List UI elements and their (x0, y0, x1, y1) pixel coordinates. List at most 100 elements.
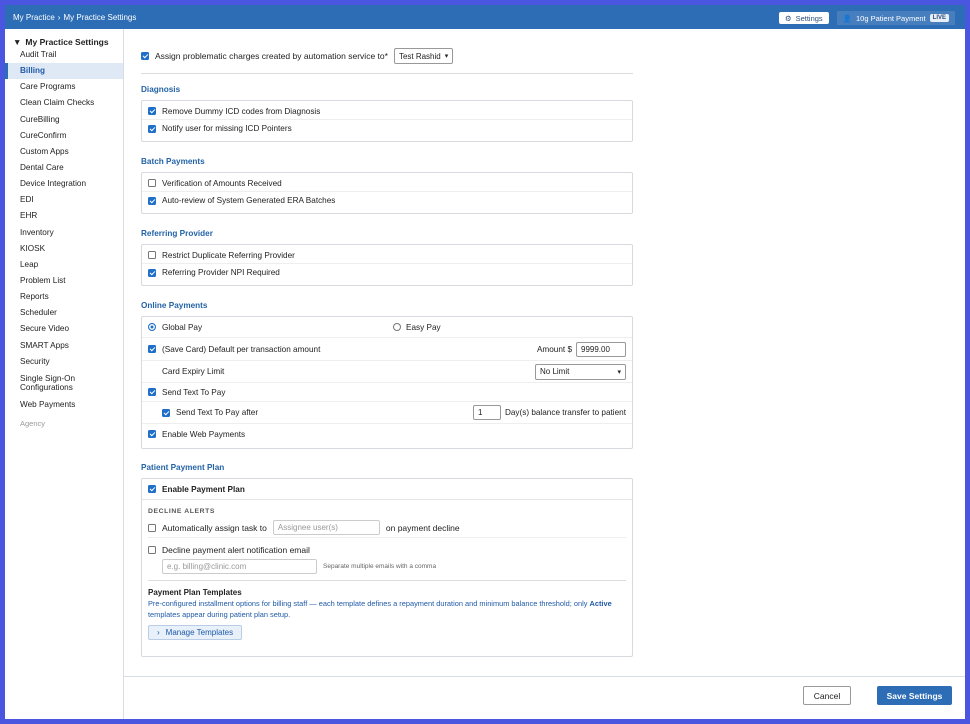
auto-review-era-label: Auto-review of System Generated ERA Batc… (162, 196, 336, 205)
enable-web-payments-label: Enable Web Payments (162, 429, 246, 439)
manage-templates-button[interactable]: › Manage Templates (148, 625, 243, 640)
sidebar-item-custom-apps[interactable]: Custom Apps (5, 144, 123, 160)
send-text-row: Send Text To Pay (142, 383, 632, 402)
web-payments-row: Enable Web Payments (142, 424, 632, 444)
breadcrumb-my-practice-settings: My Practice Settings (63, 12, 137, 22)
card-expiry-row: Card Expiry Limit No Limit ▾ (142, 361, 632, 383)
gear-icon: ⚙ (784, 13, 792, 23)
restrict-duplicate-checkbox[interactable] (148, 251, 156, 259)
send-text-after-label: Send Text To Pay after (176, 408, 259, 417)
sidebar-item-problem-list[interactable]: Problem List (5, 273, 123, 289)
sidebar-item-audit-trail[interactable]: Audit Trail (5, 47, 123, 63)
send-text-after-checkbox[interactable] (162, 408, 170, 417)
assign-checkbox[interactable] (141, 52, 149, 60)
global-pay-label: Global Pay (162, 322, 203, 332)
app-window: My Practice › My Practice Settings ⚙ Set… (5, 5, 965, 719)
sidebar-item-care-programs[interactable]: Care Programs (5, 79, 123, 95)
pay-provider-row: Global Pay Easy Pay (142, 317, 632, 338)
sidebar-item-device-integration[interactable]: Device Integration (5, 176, 123, 192)
easy-pay-radio[interactable] (393, 323, 401, 331)
divider (141, 73, 633, 74)
sso-line-2: Configurations (20, 382, 73, 392)
batch-option[interactable]: Auto-review of System Generated ERA Batc… (142, 192, 632, 209)
referring-option[interactable]: Referring Provider NPI Required (142, 264, 632, 281)
npi-required-label: Referring Provider NPI Required (162, 268, 280, 277)
sidebar-item-ehr[interactable]: EHR (5, 208, 123, 224)
save-card-checkbox[interactable] (148, 345, 156, 353)
sidebar-item-cureconfirm[interactable]: CureConfirm (5, 128, 123, 144)
sidebar-heading[interactable]: ▼ My Practice Settings (5, 29, 123, 47)
patient-payment-button[interactable]: 👤 10g Patient Payment LIVE (836, 11, 955, 25)
assign-user-value: Test Rashid (398, 51, 441, 61)
templates-desc-1: Pre-configured installment options for b… (148, 599, 588, 608)
auto-assign-checkbox[interactable] (148, 523, 156, 532)
payment-plan-title: Patient Payment Plan (141, 463, 225, 472)
sidebar-item-inventory[interactable]: Inventory (5, 225, 123, 241)
sidebar-item-leap[interactable]: Leap (5, 257, 123, 273)
verification-amounts-checkbox[interactable] (148, 179, 156, 187)
notify-icd-pointers-checkbox[interactable] (148, 124, 156, 133)
settings-button[interactable]: ⚙ Settings (778, 12, 829, 24)
sidebar-item-curebilling[interactable]: CureBilling (5, 112, 123, 128)
referring-provider-title: Referring Provider (141, 229, 213, 238)
decline-email-row: Decline payment alert notification email (148, 545, 626, 555)
global-pay-radio[interactable] (148, 323, 156, 331)
email-input-row: e.g. billing@clinic.com Separate multipl… (148, 559, 626, 581)
batch-option[interactable]: Verification of Amounts Received (142, 175, 632, 192)
decline-email-checkbox[interactable] (148, 546, 156, 554)
sidebar-item-agency: Agency (20, 418, 46, 428)
sidebar-item-smart-apps[interactable]: SMART Apps (5, 338, 123, 354)
restrict-duplicate-label: Restrict Duplicate Referring Provider (162, 250, 295, 260)
remove-dummy-icd-checkbox[interactable] (148, 107, 156, 115)
auto-review-era-checkbox[interactable] (148, 196, 156, 205)
sidebar-item-dental-care[interactable]: Dental Care (5, 160, 123, 176)
user-icon: 👤 (842, 13, 853, 23)
npi-required-checkbox[interactable] (148, 268, 156, 277)
diagnosis-box: Remove Dummy ICD codes from Diagnosis No… (141, 100, 633, 142)
sidebar-item-clean-claim-checks[interactable]: Clean Claim Checks (5, 95, 123, 111)
card-expiry-label: Card Expiry Limit (162, 367, 225, 376)
sidebar-heading-label: My Practice Settings (25, 36, 109, 47)
notify-icd-pointers-label: Notify user for missing ICD Pointers (162, 124, 292, 133)
chevron-down-icon: ▾ (444, 53, 449, 60)
card-expiry-select[interactable]: No Limit ▾ (535, 363, 626, 380)
caret-down-icon: ▼ (13, 36, 22, 47)
manage-templates-label: Manage Templates (165, 628, 234, 637)
decline-email-label: Decline payment alert notification email (162, 545, 310, 555)
referring-option[interactable]: Restrict Duplicate Referring Provider (142, 247, 632, 264)
days-input[interactable]: 1 (472, 405, 501, 420)
templates-desc-2: templates appear during patient plan set… (148, 609, 291, 619)
email-input[interactable]: e.g. billing@clinic.com (162, 559, 317, 574)
sidebar-item-billing[interactable]: Billing (5, 63, 123, 80)
enable-web-payments-checkbox[interactable] (148, 430, 156, 438)
sidebar: ▼ My Practice Settings Audit Trail Billi… (5, 29, 124, 719)
breadcrumb: My Practice › My Practice Settings (13, 13, 136, 22)
diagnosis-option[interactable]: Notify user for missing ICD Pointers (142, 120, 632, 137)
footer-bar: Cancel Save Settings (124, 676, 965, 719)
diagnosis-option[interactable]: Remove Dummy ICD codes from Diagnosis (142, 103, 632, 120)
batch-payments-box: Verification of Amounts Received Auto-re… (141, 172, 633, 214)
sidebar-item-security[interactable]: Security (5, 354, 123, 370)
sidebar-item-scheduler[interactable]: Scheduler (5, 305, 123, 321)
enable-plan-label: Enable Payment Plan (162, 484, 245, 494)
sidebar-item-sso[interactable]: Single Sign-On Configurations (5, 370, 123, 397)
sidebar-item-reports[interactable]: Reports (5, 289, 123, 305)
sidebar-item-web-payments[interactable]: Web Payments (5, 397, 123, 413)
assignee-input[interactable]: Assignee user(s) (272, 520, 380, 535)
chevron-down-icon: ▾ (617, 368, 621, 376)
chevron-right-icon: › (157, 628, 160, 637)
cancel-button[interactable]: Cancel (803, 686, 851, 705)
send-text-after-row: Send Text To Pay after 1 Day(s) balance … (142, 402, 632, 424)
amount-input[interactable]: 9999.00 (576, 341, 626, 357)
sidebar-item-secure-video[interactable]: Secure Video (5, 321, 123, 337)
send-text-checkbox[interactable] (148, 388, 156, 396)
breadcrumb-my-practice[interactable]: My Practice (13, 13, 55, 22)
email-help: Separate multiple emails with a comma (323, 563, 437, 570)
assign-user-select[interactable]: Test Rashid ▾ (393, 48, 454, 64)
save-settings-button[interactable]: Save Settings (877, 686, 952, 705)
auto-assign-row: Automatically assign task to Assignee us… (148, 520, 626, 538)
sidebar-item-kiosk[interactable]: KIOSK (5, 241, 123, 257)
easy-pay-option[interactable]: Easy Pay (393, 323, 441, 332)
enable-plan-checkbox[interactable] (148, 485, 156, 493)
sidebar-item-edi[interactable]: EDI (5, 192, 123, 208)
